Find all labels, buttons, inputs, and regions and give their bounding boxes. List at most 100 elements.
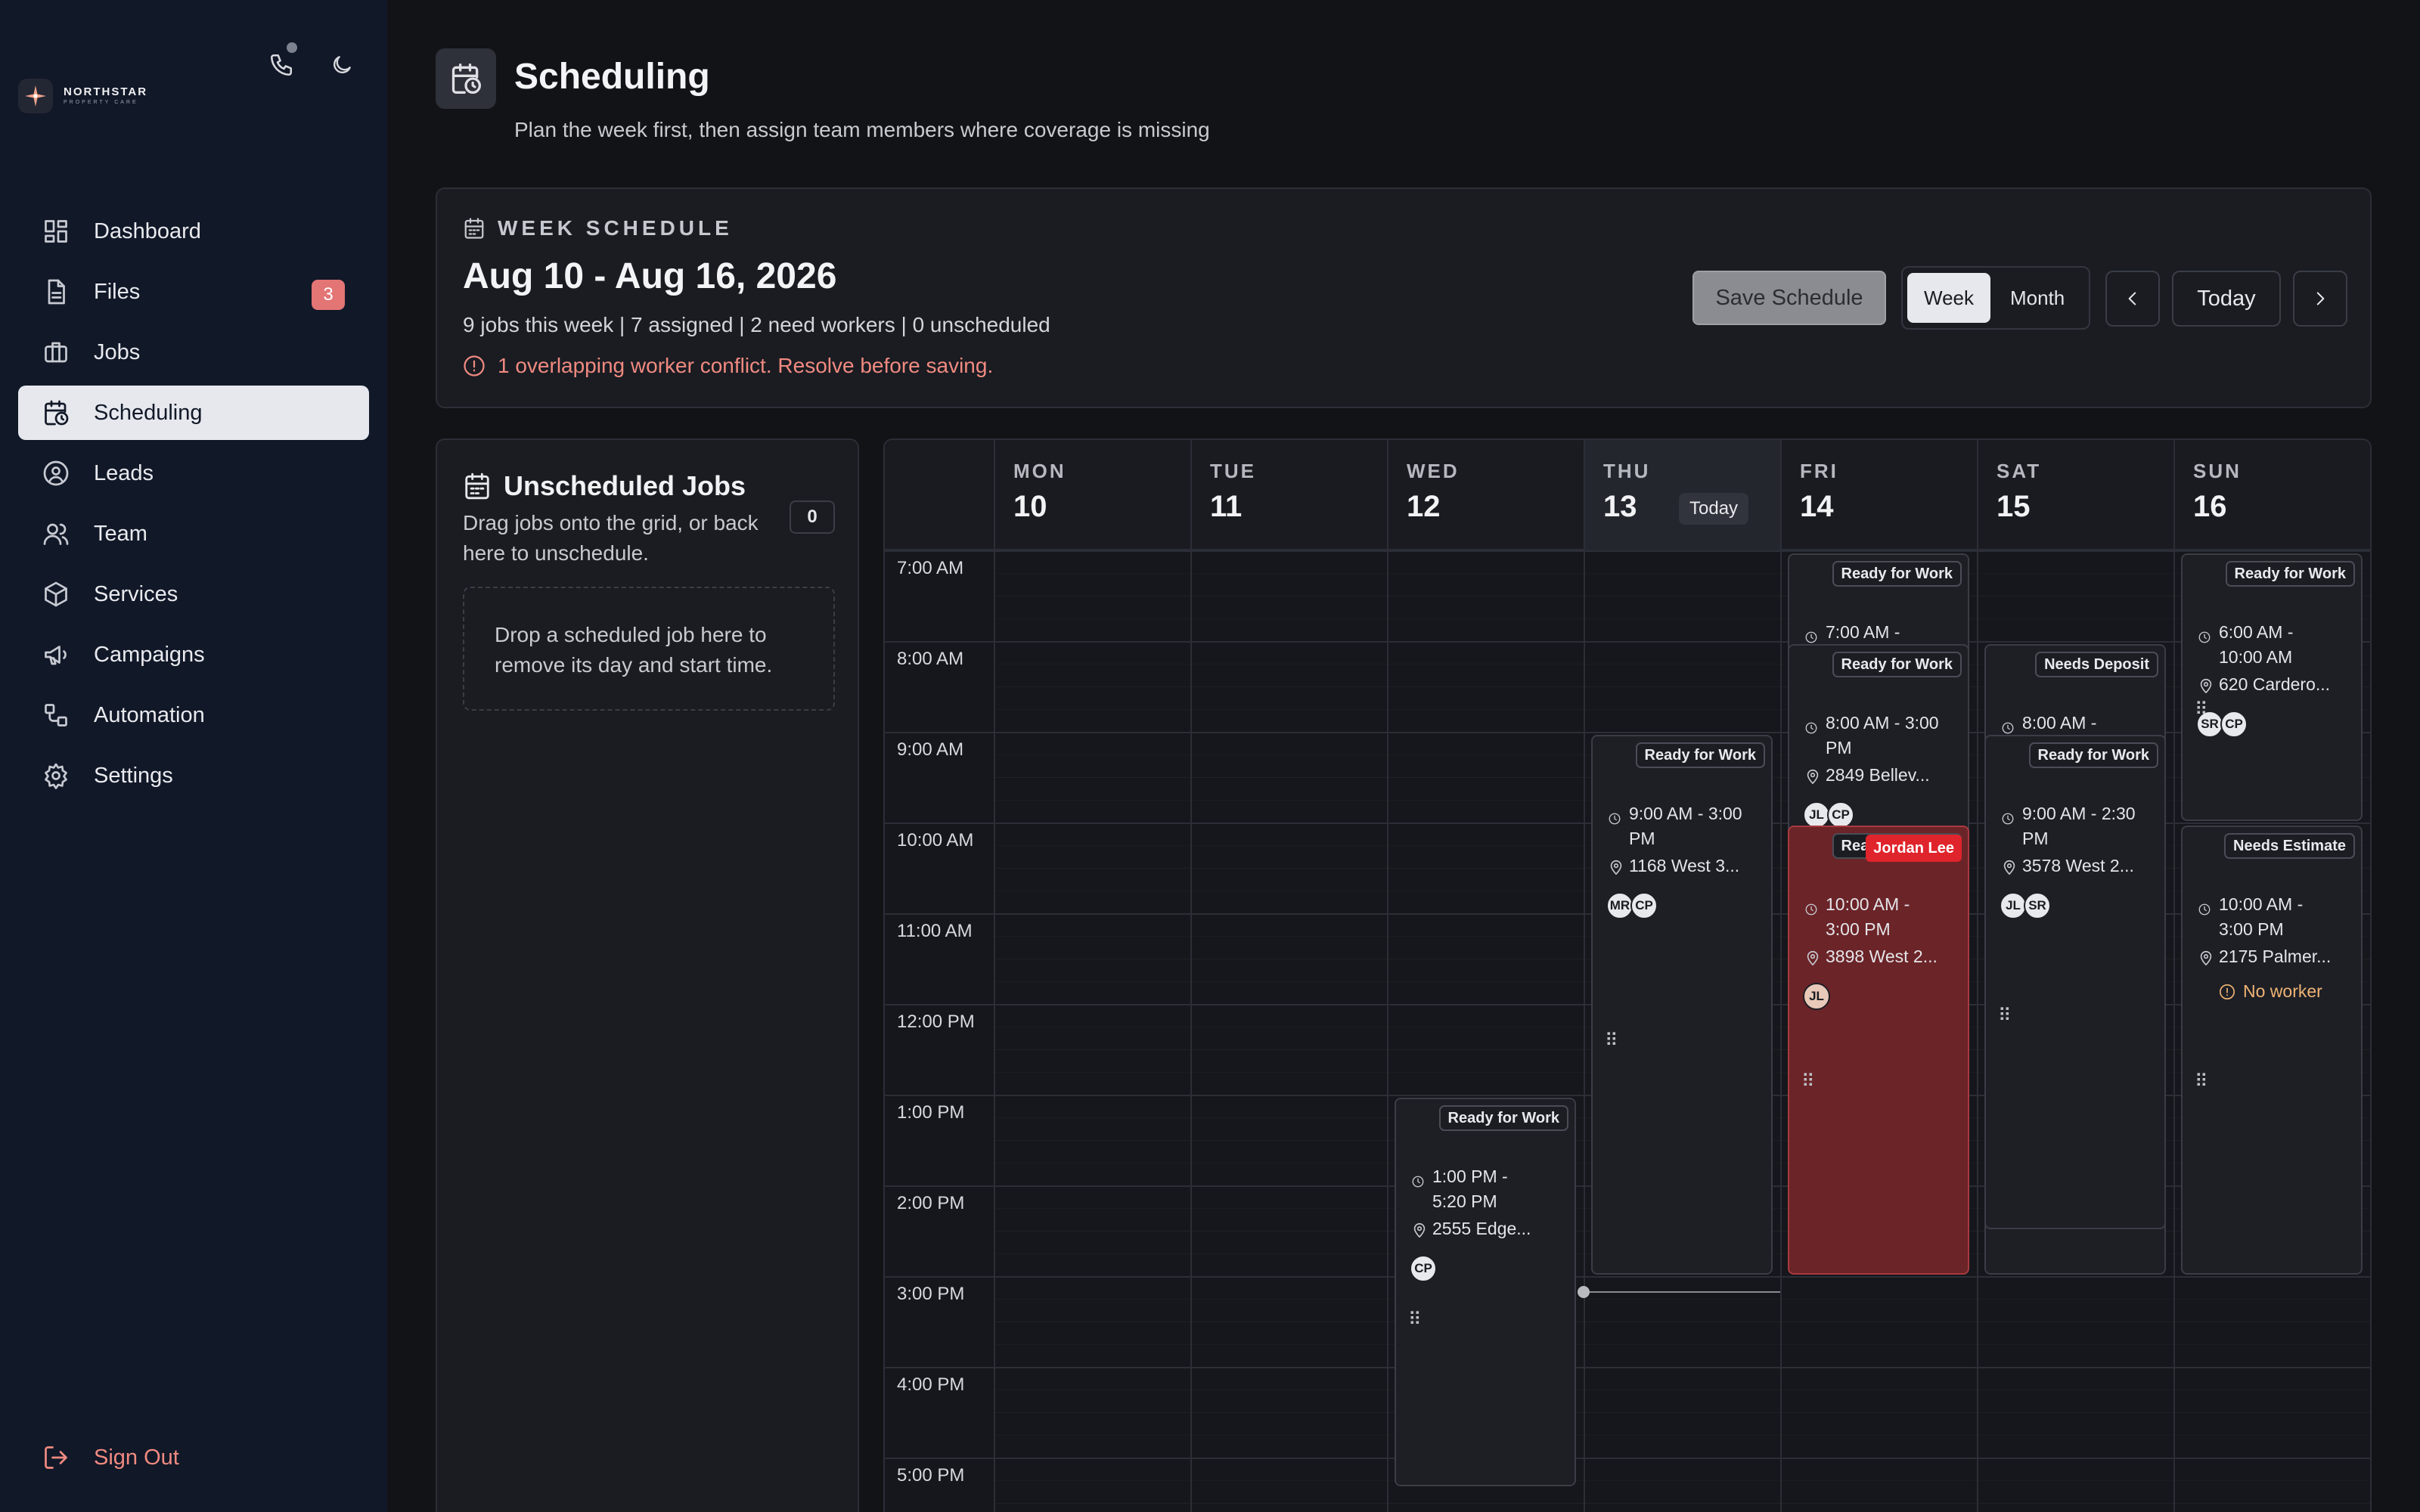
job-location: 2849 Bellev... <box>1826 765 1930 785</box>
sidebar-item-files[interactable]: Files 3 <box>18 265 369 319</box>
view-toggle: Week Month <box>1901 266 2090 330</box>
day-header-mon[interactable]: MON 10 <box>994 440 1190 550</box>
user-circle-icon <box>43 460 69 486</box>
worker-conflict-tag: Jordan Lee <box>1866 835 1962 862</box>
sidebar-item-automation[interactable]: Automation <box>18 688 369 742</box>
sidebar-item-jobs[interactable]: Jobs <box>18 325 369 380</box>
worker-avatar[interactable]: JL <box>1803 801 1830 829</box>
sidebar-item-label: Scheduling <box>94 400 203 425</box>
day-number: 15 <box>1996 490 2031 523</box>
day-number: 16 <box>2193 490 2227 523</box>
drag-handle-icon[interactable]: ⠿ <box>1605 1032 1618 1050</box>
job-event-card[interactable]: Ready for Work 1:00 PM - 5:20 PM 2555 Edge… <box>1395 1098 1576 1486</box>
day-header-sat[interactable]: SAT 15 <box>1977 440 2173 550</box>
sidebar-nav: Dashboard Files 3 Jobs Scheduling Leads … <box>18 204 369 809</box>
worker-avatar[interactable]: JL <box>1803 983 1830 1010</box>
star-logo-icon <box>18 79 53 113</box>
day-column-divider <box>994 550 995 1512</box>
week-label-row: WEEK SCHEDULE <box>463 216 733 240</box>
day-header-thu[interactable]: THU 13 Today <box>1584 440 1780 550</box>
drag-handle-icon[interactable]: ⠿ <box>2195 1073 2208 1091</box>
previous-week-button[interactable] <box>2105 271 2160 327</box>
worker-avatar[interactable]: MR <box>1606 892 1634 919</box>
clock-icon <box>2001 812 2015 826</box>
job-time: 10:00 AM - 3:00 PM <box>2219 894 2304 939</box>
assigned-workers: JL <box>1803 983 1830 1010</box>
drag-handle-icon[interactable]: ⠿ <box>1408 1311 1422 1329</box>
sign-out-button[interactable]: Sign Out <box>42 1444 179 1471</box>
location-pin-icon <box>1804 768 1821 785</box>
job-time: 9:00 AM - 3:00 PM <box>1629 804 1742 848</box>
worker-avatar[interactable]: CP <box>1827 801 1854 829</box>
worker-avatar[interactable]: CP <box>2220 711 2248 738</box>
worker-avatar[interactable]: CP <box>1410 1255 1437 1282</box>
unschedule-drop-zone[interactable]: Drop a scheduled job here to remove its … <box>463 587 835 711</box>
sidebar-item-campaigns[interactable]: Campaigns <box>18 627 369 682</box>
gear-icon <box>45 763 67 789</box>
location-pin-icon <box>1804 950 1821 966</box>
alert-circle-icon <box>464 355 485 376</box>
sign-out-icon <box>45 1446 67 1469</box>
hour-gridline <box>885 1458 2370 1459</box>
today-button[interactable]: Today <box>2172 271 2281 327</box>
week-schedule-card: WEEK SCHEDULE Aug 10 - Aug 16, 2026 9 jo… <box>436 187 2372 408</box>
save-schedule-button[interactable]: Save Schedule <box>1692 271 1886 325</box>
moon-icon[interactable] <box>324 47 360 83</box>
next-week-button[interactable] <box>2293 271 2347 327</box>
day-number: 13 <box>1603 490 1637 523</box>
half-hour-gridline <box>994 1412 2370 1413</box>
job-event-card[interactable]: Ready for Work 9:00 AM - 2:30 PM 3578 West… <box>1984 735 2166 1229</box>
unscheduled-jobs-panel: Unscheduled Jobs 0 Drag jobs onto the gr… <box>436 438 859 1512</box>
job-event-card[interactable]: Ready for WorkJordan Lee10:00 AM - 3:00 … <box>1788 826 1969 1275</box>
sidebar-item-services[interactable]: Services <box>18 567 369 621</box>
job-status-badge: Ready for Work <box>1635 742 1765 768</box>
day-name: MON <box>1013 460 1066 482</box>
job-event-card[interactable]: Needs Estimate 10:00 AM - 3:00 PM 2175 Pal… <box>2181 826 2363 1275</box>
day-column-divider <box>1977 550 1978 1512</box>
brand-logo[interactable]: NORTHSTAR PROPERTY CARE <box>18 79 147 113</box>
worker-avatar[interactable]: SR <box>2024 892 2051 919</box>
sidebar-item-dashboard[interactable]: Dashboard <box>18 204 369 259</box>
worker-avatar[interactable]: CP <box>1630 892 1658 919</box>
phone-icon[interactable] <box>263 42 299 83</box>
hour-label: 12:00 PM <box>897 1012 975 1032</box>
drag-handle-icon[interactable]: ⠿ <box>1998 1007 2012 1025</box>
job-status-badge: Ready for Work <box>2028 742 2158 768</box>
day-header-tue[interactable]: TUE 11 <box>1190 440 1387 550</box>
month-view-button[interactable]: Month <box>1993 273 2081 323</box>
day-name: TUE <box>1210 460 1256 482</box>
quarter-gridline <box>994 618 2370 619</box>
job-location: 3578 West 2... <box>2022 856 2134 875</box>
sidebar-item-team[interactable]: Team <box>18 507 369 561</box>
sidebar-item-label: Files <box>94 279 141 304</box>
day-header-wed[interactable]: WED 12 <box>1387 440 1584 550</box>
day-number: 10 <box>1013 490 1047 523</box>
location-pin-icon <box>2198 950 2214 966</box>
day-header-fri[interactable]: FRI 14 <box>1780 440 1977 550</box>
day-number: 12 <box>1407 490 1441 523</box>
sidebar-item-leads[interactable]: Leads <box>18 446 369 500</box>
week-view-button[interactable]: Week <box>1907 273 1990 323</box>
hour-label: 10:00 AM <box>897 830 974 850</box>
assigned-workers: CP <box>1410 1255 1437 1282</box>
quarter-gridline <box>994 1344 2370 1345</box>
day-header-sun[interactable]: SUN 16 <box>2173 440 2370 550</box>
current-time-line <box>1584 1291 1780 1293</box>
unscheduled-description: Drag jobs onto the grid, or back here to… <box>463 511 759 565</box>
assigned-workers: JL CP <box>1803 801 1854 829</box>
job-event-card[interactable]: Ready for Work 6:00 AM - 10:00 AM 620 Card… <box>2181 553 2363 821</box>
unscheduled-title: Unscheduled Jobs <box>504 470 746 501</box>
sidebar-item-settings[interactable]: Settings <box>18 748 369 803</box>
job-location: 620 Cardero... <box>2219 674 2331 694</box>
job-status-badge: Ready for Work <box>1832 561 1962 587</box>
day-name: SAT <box>1996 460 2042 482</box>
job-location: 2175 Palmer... <box>2219 947 2332 966</box>
day-name: WED <box>1407 460 1460 482</box>
drag-handle-icon[interactable]: ⠿ <box>2195 701 2208 719</box>
worker-avatar[interactable]: JL <box>2000 892 2027 919</box>
job-time: 1:00 PM - 5:20 PM <box>1432 1167 1508 1211</box>
sidebar-item-scheduling[interactable]: Scheduling <box>18 386 369 440</box>
drag-handle-icon[interactable]: ⠿ <box>1801 1073 1815 1091</box>
conflict-warning-text: 1 overlapping worker conflict. Resolve b… <box>498 354 994 377</box>
job-event-card[interactable]: Ready for Work 9:00 AM - 3:00 PM 1168 West… <box>1591 735 1773 1275</box>
